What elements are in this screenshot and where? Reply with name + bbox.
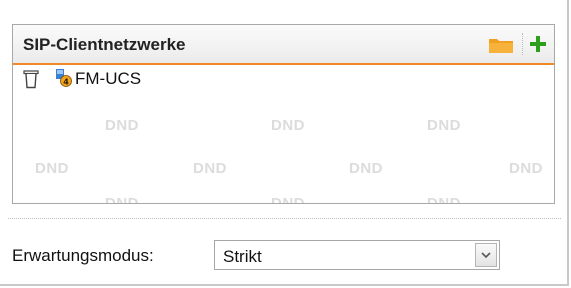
dnd-watermark: DND — [349, 160, 383, 177]
dnd-watermark: DND — [35, 160, 69, 177]
chevron-down-icon — [481, 252, 491, 259]
mode-select-value: Strikt — [223, 247, 262, 266]
settings-container: SIP-Clientnetzwerke 4 FM-UCS DND DND DND… — [0, 0, 569, 286]
client-network-icon: 4 — [56, 69, 72, 87]
trash-icon[interactable] — [23, 69, 39, 89]
sip-client-networks-panel: SIP-Clientnetzwerke 4 FM-UCS DND DND DND… — [12, 24, 555, 204]
toolbar-separator — [522, 33, 524, 55]
mode-label: Erwartungsmodus: — [12, 246, 154, 265]
dnd-watermark: DND — [271, 195, 305, 204]
list-item-label: FM-UCS — [75, 69, 142, 88]
dnd-watermark: DND — [271, 117, 305, 134]
panel-header: SIP-Clientnetzwerke — [13, 25, 554, 65]
dropdown-button[interactable] — [475, 243, 497, 267]
dnd-watermark: DND — [105, 117, 139, 134]
badge-count: 4 — [63, 77, 69, 86]
list-item[interactable]: 4 FM-UCS — [13, 65, 554, 91]
divider — [8, 218, 561, 219]
mode-select[interactable]: Strikt — [214, 240, 500, 270]
dnd-watermark: DND — [427, 195, 461, 204]
dnd-watermark: DND — [427, 117, 461, 134]
dnd-watermark: DND — [509, 160, 543, 177]
add-icon[interactable] — [529, 35, 547, 53]
folder-icon[interactable] — [488, 36, 514, 54]
dnd-watermark: DND — [105, 195, 139, 204]
panel-title: SIP-Clientnetzwerke — [23, 35, 186, 54]
dnd-watermark: DND — [193, 160, 227, 177]
